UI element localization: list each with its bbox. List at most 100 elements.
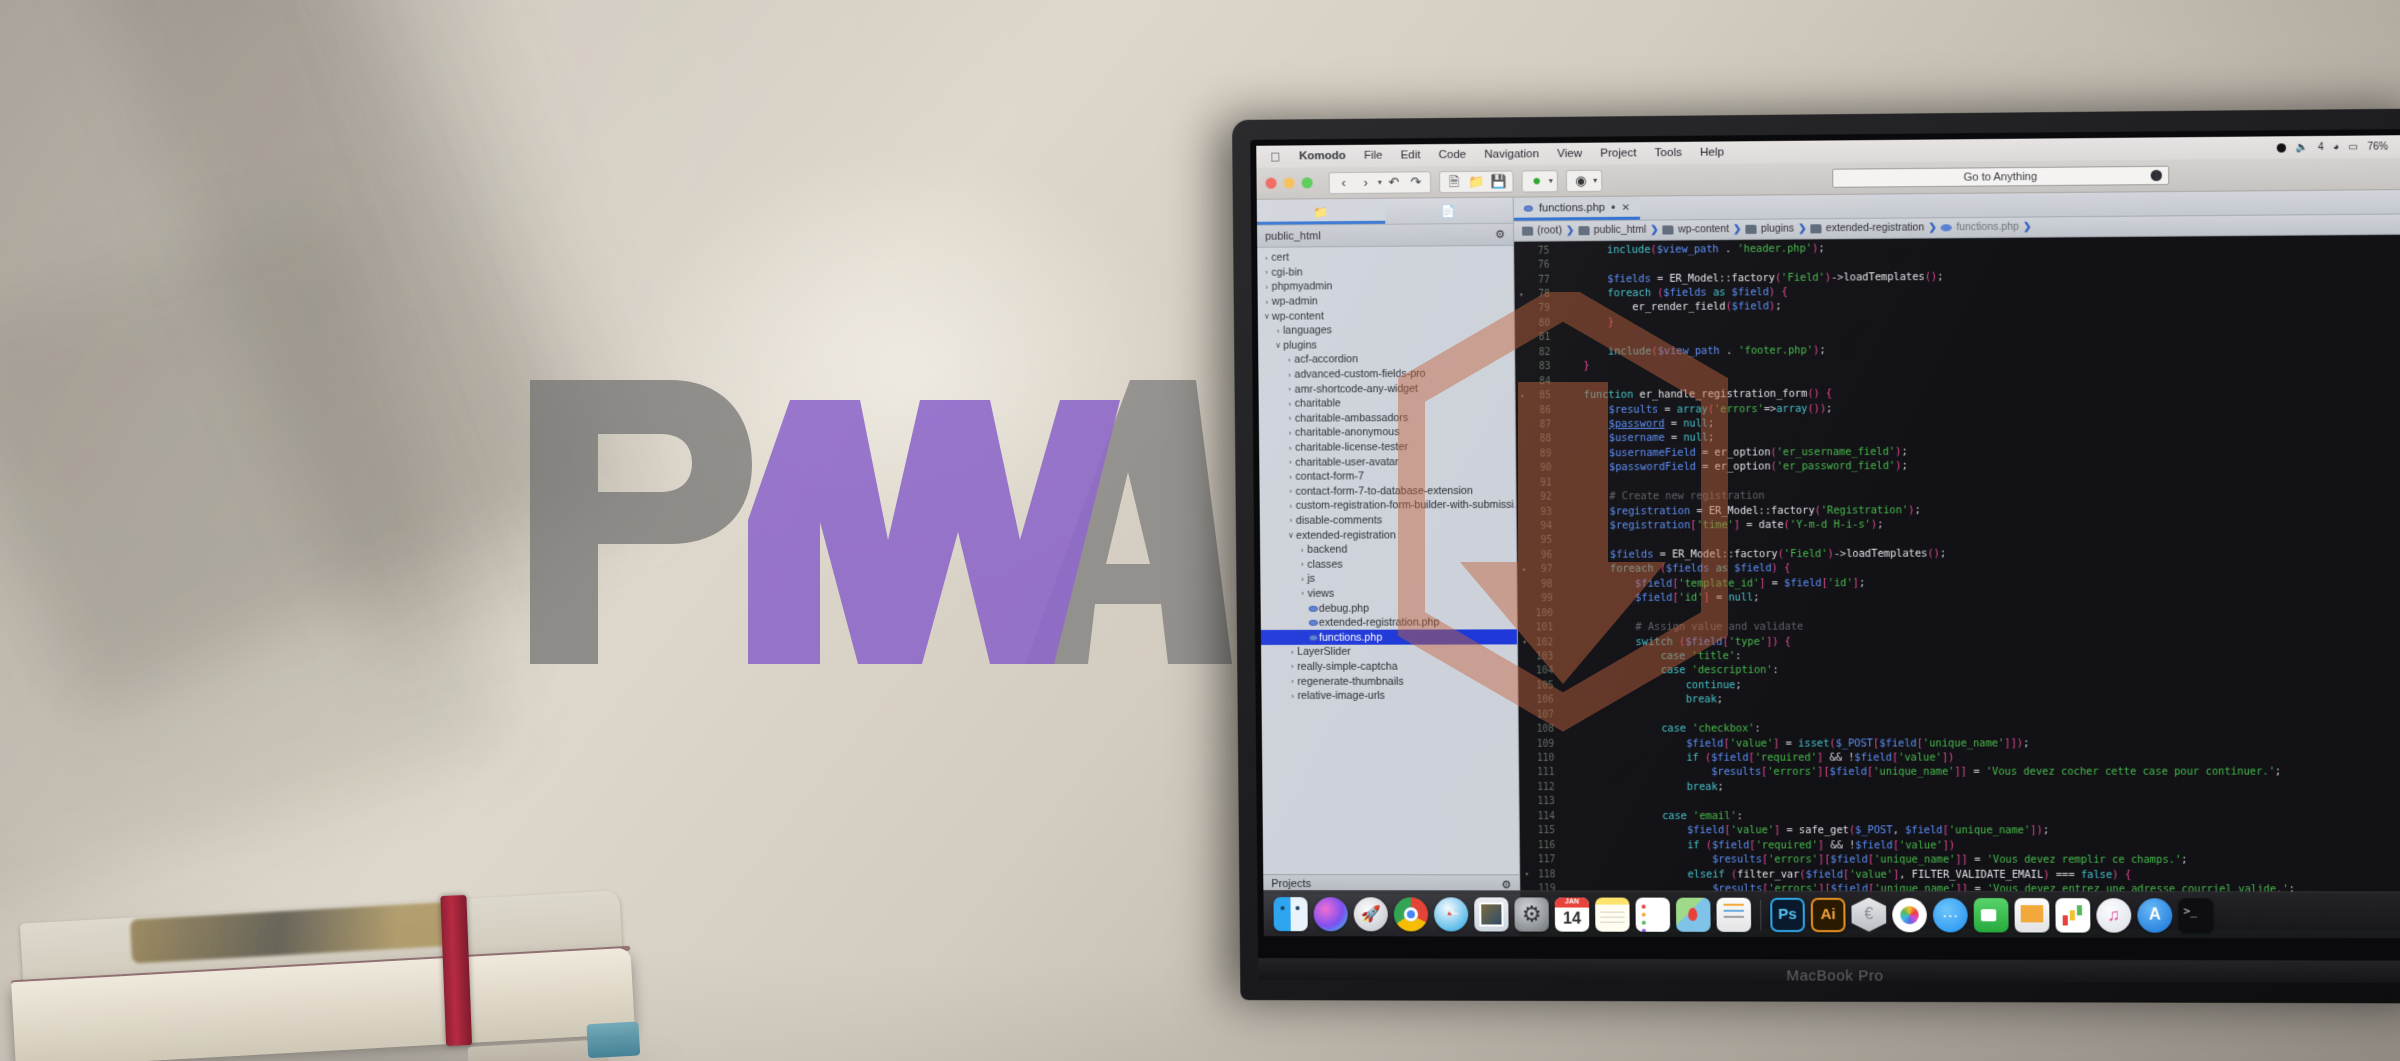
code-line[interactable]: 116 if ($field['required'] && !$field['v…	[1520, 838, 2400, 853]
disclosure-arrow-icon[interactable]: ›	[1287, 677, 1297, 686]
breadcrumb-item[interactable]: functions.php	[1940, 222, 2019, 234]
code-line-text[interactable]: $registration = ER_Model::factory('Regis…	[1560, 503, 2400, 518]
code-line[interactable]: 108 case 'checkbox':	[1519, 721, 2400, 736]
redo-button[interactable]: ↷	[1406, 173, 1426, 191]
dock-icon-finder[interactable]	[1273, 896, 1308, 931]
disclosure-arrow-icon[interactable]: ∨	[1273, 341, 1283, 350]
disclosure-arrow-icon[interactable]: ›	[1284, 356, 1294, 365]
dock-icon-safari[interactable]	[1433, 896, 1469, 931]
sidebar-root-header[interactable]: public_html ⚙	[1257, 223, 1514, 248]
file-tree-item[interactable]: debug.php	[1261, 600, 1517, 615]
dock-icon-app-store[interactable]	[2137, 897, 2173, 933]
file-tree-item[interactable]: › advanced-custom-fields-pro	[1258, 366, 1514, 382]
file-tree-item[interactable]: › charitable-anonymous	[1259, 425, 1515, 441]
file-tree-item[interactable]: › amr-shortcode-any-widget	[1259, 381, 1515, 397]
menu-status-area[interactable]: 🔈 4 ◕ ▭ 76%	[2277, 141, 2392, 153]
code-line[interactable]: 103 case 'title':	[1518, 648, 2400, 664]
window-controls[interactable]	[1263, 177, 1321, 189]
dock-icon-photoshop[interactable]	[1770, 897, 1805, 932]
file-tree-item[interactable]: › disable-comments	[1260, 513, 1516, 529]
code-line-text[interactable]: continue;	[1562, 679, 2400, 691]
file-tree-item[interactable]: › js	[1260, 571, 1516, 586]
code-line-text[interactable]: $field['id'] = null;	[1561, 591, 2400, 605]
disclosure-arrow-icon[interactable]: ›	[1284, 370, 1294, 379]
run-button-group[interactable]: ● ▾	[1521, 169, 1559, 193]
gear-icon[interactable]: ⚙	[1495, 228, 1505, 241]
file-tree-item[interactable]: › contact-form-7	[1259, 469, 1515, 485]
code-editor[interactable]: 75 include($view_path . 'header.php'); 76…	[1514, 234, 2400, 931]
menu-item-help[interactable]: Help	[1691, 146, 1733, 158]
disclosure-arrow-icon[interactable]: ›	[1285, 472, 1295, 481]
disclosure-arrow-icon[interactable]: ›	[1285, 458, 1295, 467]
dock-icon-numbers[interactable]	[2055, 897, 2091, 933]
breadcrumb-item[interactable]: public_html	[1578, 225, 1646, 237]
disclosure-arrow-icon[interactable]: ›	[1285, 399, 1295, 408]
disclosure-arrow-icon[interactable]: ›	[1285, 429, 1295, 438]
code-lines[interactable]: 75 include($view_path . 'header.php'); 76…	[1514, 235, 2400, 930]
disclosure-arrow-icon[interactable]: ›	[1287, 692, 1297, 701]
dock-icon-terminal[interactable]	[2178, 897, 2214, 933]
file-tree-item[interactable]: › views	[1260, 586, 1516, 601]
editor-tab-functions-php[interactable]: functions.php • ✕	[1513, 195, 1641, 221]
code-line[interactable]: 109 $field['value'] = isset($_POST[$fiel…	[1519, 736, 2400, 751]
code-line-text[interactable]: $fields = ER_Model::factory('Field')->lo…	[1560, 547, 2400, 561]
code-line[interactable]: 112 break;	[1519, 780, 2400, 795]
file-button-group[interactable]: 🗎 📁 💾	[1438, 170, 1514, 193]
dock-icon-siri[interactable]	[1313, 896, 1348, 931]
dock-icon-pages[interactable]	[1716, 897, 1752, 932]
projects-gear-icon[interactable]: ⚙	[1501, 878, 1511, 891]
file-tree-item[interactable]: › custom-registration-form-builder-with-s…	[1260, 498, 1519, 514]
apple-menu-icon[interactable]: 	[1270, 149, 1280, 164]
code-line-text[interactable]: elseif (filter_var($field['value'], FILT…	[1563, 869, 2400, 881]
code-line-text[interactable]: $field['value'] = isset($_POST[$field['u…	[1562, 738, 2400, 750]
code-line[interactable]: 115 $field['value'] = safe_get($_POST, $…	[1520, 824, 2400, 839]
code-line-text[interactable]: case 'checkbox':	[1562, 723, 2400, 735]
code-line[interactable]: 117 $results['errors'][$field['unique_na…	[1520, 853, 2400, 868]
disclosure-arrow-icon[interactable]: ›	[1285, 385, 1295, 394]
code-line-text[interactable]: case 'description':	[1562, 664, 2400, 677]
menu-item-view[interactable]: View	[1548, 148, 1591, 160]
close-window-button[interactable]	[1265, 177, 1277, 189]
code-line-text[interactable]: foreach ($fields as $field) {	[1561, 561, 2400, 576]
history-caret-icon[interactable]: ▾	[1378, 178, 1382, 187]
code-line[interactable]: 110 if ($field['required'] && !$field['v…	[1519, 751, 2400, 766]
wifi-icon[interactable]: ◕	[2333, 141, 2339, 152]
file-tree[interactable]: › cert › cgi-bin › phpmyadmin › wp-admin ∨ wp-con…	[1257, 245, 1520, 875]
code-line-text[interactable]: break;	[1563, 782, 2400, 793]
code-line[interactable]: 113	[1519, 795, 2400, 810]
file-tree-item[interactable]: › relative-image-urls	[1261, 688, 1517, 703]
code-line-text[interactable]	[1561, 611, 2400, 613]
code-line-text[interactable]	[1558, 259, 2400, 265]
dock-icon-maps[interactable]	[1675, 897, 1711, 932]
dock-icon-illustrator[interactable]	[1810, 897, 1846, 932]
file-tree-item[interactable]: extended-registration.php	[1261, 615, 1517, 630]
code-line[interactable]: 105 continue;	[1518, 677, 2400, 693]
preview-icon[interactable]: ◉	[1571, 171, 1591, 189]
dock-icon-keynote[interactable]	[2014, 897, 2050, 933]
disclosure-arrow-icon[interactable]: ›	[1261, 253, 1271, 263]
file-tree-item[interactable]: › charitable	[1259, 395, 1515, 411]
file-tree-item[interactable]: › LayerSlider	[1261, 644, 1517, 659]
disclosure-arrow-icon[interactable]: ∨	[1286, 531, 1296, 540]
code-line-text[interactable]: case 'email':	[1563, 811, 2400, 822]
file-tree-item[interactable]: › acf-accordion	[1258, 351, 1514, 367]
dock-icon-messages[interactable]	[1932, 897, 1968, 932]
disclosure-arrow-icon[interactable]: ›	[1262, 283, 1272, 292]
code-line-text[interactable]: if ($field['required'] && !$field['value…	[1563, 840, 2400, 852]
disclosure-arrow-icon[interactable]: ›	[1287, 648, 1297, 657]
code-fold-icon[interactable]: ▾	[1516, 392, 1529, 400]
run-icon[interactable]: ●	[1527, 172, 1547, 190]
code-line[interactable]: 104 case 'description':	[1518, 662, 2400, 678]
code-line-text[interactable]	[1560, 479, 2400, 483]
code-line-text[interactable]	[1559, 376, 2400, 381]
disclosure-arrow-icon[interactable]: ∨	[1262, 312, 1272, 321]
disclosure-arrow-icon[interactable]: ›	[1287, 662, 1297, 671]
file-tree-item[interactable]: › charitable-license-tester	[1259, 439, 1515, 455]
dock-icon-reminders[interactable]	[1635, 897, 1671, 932]
save-icon[interactable]: 💾	[1488, 172, 1508, 190]
file-tree-item[interactable]: › regenerate-thumbnails	[1261, 674, 1517, 689]
maximize-window-button[interactable]	[1301, 177, 1313, 189]
file-tree-item[interactable]: › classes	[1260, 557, 1516, 572]
code-line-text[interactable]	[1558, 332, 2400, 337]
code-line-text[interactable]: switch ($field['type']) {	[1561, 635, 2400, 648]
